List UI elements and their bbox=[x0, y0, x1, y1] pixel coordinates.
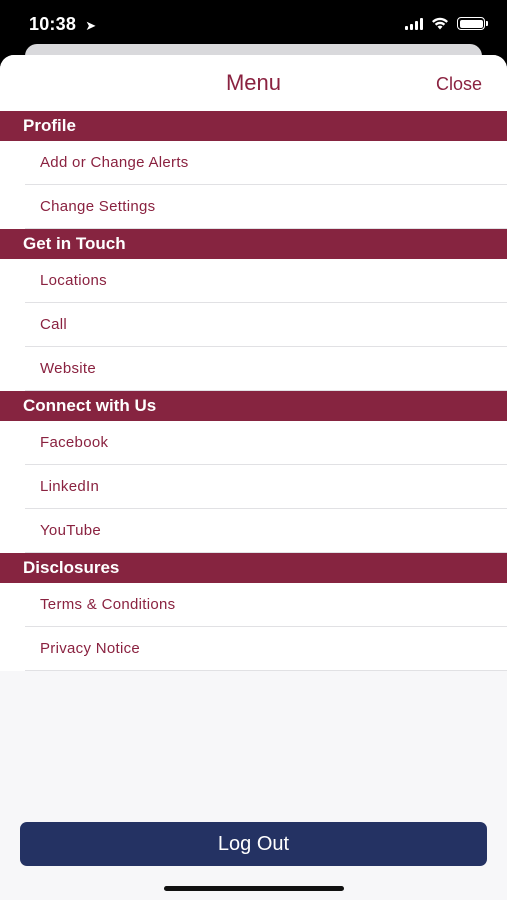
battery-icon bbox=[457, 17, 488, 30]
section-header-get-in-touch: Get in Touch bbox=[0, 229, 507, 259]
menu-item-privacy-notice[interactable]: Privacy Notice bbox=[25, 627, 507, 671]
section-header-profile: Profile bbox=[0, 111, 507, 141]
sheet-header: Menu Close bbox=[0, 55, 507, 111]
status-icons bbox=[405, 17, 488, 30]
menu-item-facebook[interactable]: Facebook bbox=[25, 421, 507, 465]
menu-sheet: Menu Close Profile Add or Change Alerts … bbox=[0, 55, 507, 900]
wifi-icon bbox=[432, 17, 448, 30]
home-indicator bbox=[164, 886, 344, 891]
menu-item-youtube[interactable]: YouTube bbox=[25, 509, 507, 553]
menu-item-linkedin[interactable]: LinkedIn bbox=[25, 465, 507, 509]
section-header-disclosures: Disclosures bbox=[0, 553, 507, 583]
cellular-signal-icon bbox=[405, 17, 423, 30]
menu-item-call[interactable]: Call bbox=[25, 303, 507, 347]
status-time: 10:38 ➤ bbox=[29, 14, 96, 35]
location-arrow-icon: ➤ bbox=[85, 18, 97, 33]
close-button[interactable]: Close bbox=[436, 74, 482, 95]
menu-item-locations[interactable]: Locations bbox=[25, 259, 507, 303]
menu-list-get-in-touch: Locations Call Website bbox=[0, 259, 507, 391]
menu-item-change-settings[interactable]: Change Settings bbox=[25, 185, 507, 229]
section-header-connect: Connect with Us bbox=[0, 391, 507, 421]
menu-list-connect: Facebook LinkedIn YouTube bbox=[0, 421, 507, 553]
logout-button[interactable]: Log Out bbox=[20, 822, 487, 866]
menu-item-website[interactable]: Website bbox=[25, 347, 507, 391]
status-bar: 10:38 ➤ bbox=[0, 0, 507, 48]
menu-item-add-change-alerts[interactable]: Add or Change Alerts bbox=[25, 141, 507, 185]
menu-list-disclosures: Terms & Conditions Privacy Notice bbox=[0, 583, 507, 671]
menu-list-profile: Add or Change Alerts Change Settings bbox=[0, 141, 507, 229]
page-title: Menu bbox=[225, 70, 282, 95]
time-text: 10:38 bbox=[29, 14, 77, 34]
menu-item-terms-conditions[interactable]: Terms & Conditions bbox=[25, 583, 507, 627]
